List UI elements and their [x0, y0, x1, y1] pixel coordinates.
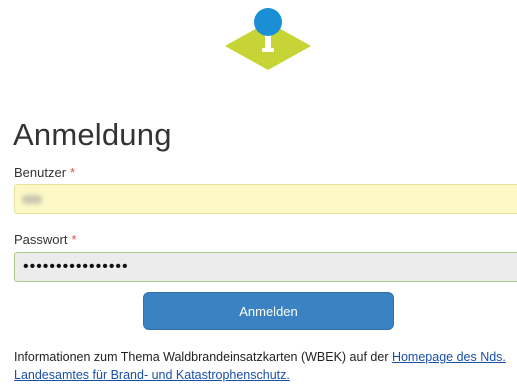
- username-label: Benutzer *: [14, 165, 75, 180]
- required-marker: *: [70, 165, 76, 180]
- required-marker: *: [71, 232, 77, 247]
- login-button[interactable]: Anmelden: [143, 292, 394, 330]
- password-field[interactable]: ••••••••••••••••: [14, 252, 517, 282]
- username-field[interactable]: [14, 184, 517, 214]
- redacted-username: [22, 195, 42, 204]
- info-text: Informationen zum Thema Waldbrandeinsatz…: [14, 348, 514, 384]
- password-label-text: Passwort: [14, 232, 68, 247]
- page-title: Anmeldung: [13, 117, 172, 152]
- username-label-text: Benutzer: [14, 165, 67, 180]
- map-pin-logo-icon: [225, 8, 311, 70]
- info-text-body: Informationen zum Thema Waldbrandeinsatz…: [14, 350, 392, 364]
- login-page: Anmeldung Benutzer * Passwort * ••••••••••…: [0, 0, 517, 387]
- password-label: Passwort *: [14, 232, 77, 247]
